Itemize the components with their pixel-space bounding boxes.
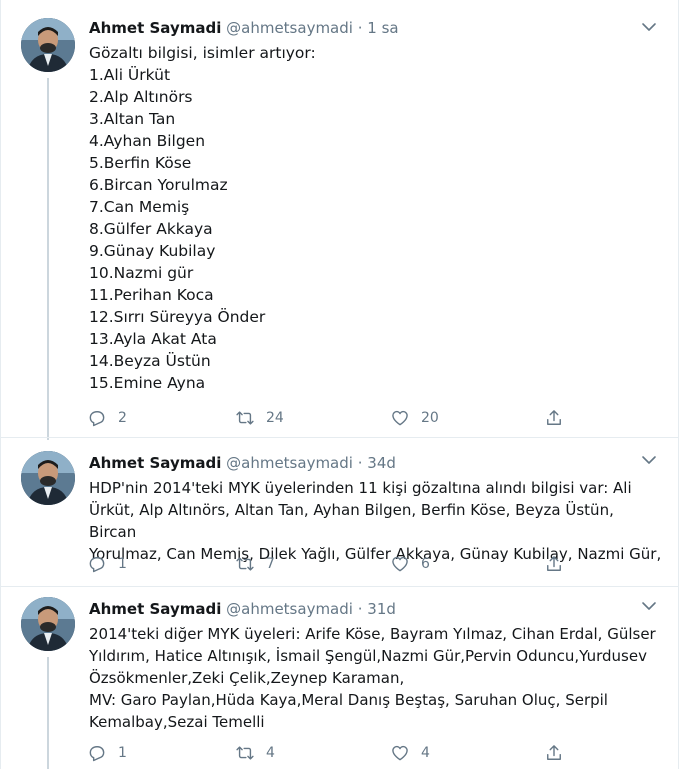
tweet-time[interactable]: 1 sa — [367, 19, 398, 37]
share-button[interactable] — [544, 407, 564, 429]
tweet-actions: 1 7 6 — [87, 553, 567, 575]
avatar[interactable] — [21, 451, 75, 505]
reply-button[interactable]: 1 — [87, 742, 127, 764]
thread-line — [47, 657, 49, 769]
tweet-line: Özsökmenler,Zeki Çelik,Zeynep Karaman, — [89, 669, 405, 687]
heart-icon — [392, 556, 408, 572]
tweet-2[interactable]: Ahmet Saymadi @ahmetsaymadi · 34d HDP'ni… — [1, 451, 678, 587]
retweet-count: 7 — [266, 556, 275, 572]
author-handle[interactable]: @ahmetsaymadi — [226, 600, 353, 618]
tweet-text: HDP'nin 2014'teki MYK üyelerinden 11 kiş… — [89, 477, 664, 565]
retweet-button[interactable]: 4 — [235, 742, 275, 764]
tweet-line: Gözaltı bilgisi, isimler artıyor: — [89, 44, 316, 62]
tweet-header: Ahmet Saymadi @ahmetsaymadi · 34d — [89, 453, 396, 473]
tweet-line: 3.Altan Tan — [89, 110, 176, 128]
chevron-down-icon[interactable] — [640, 451, 658, 469]
tweet-line: Kemalbay,Sezai Temelli — [89, 713, 265, 731]
tweet-line: 10.Nazmi gür — [89, 264, 194, 282]
tweet-line: 4.Ayhan Bilgen — [89, 132, 206, 150]
tweet-line: 8.Gülfer Akkaya — [89, 220, 213, 238]
avatar[interactable] — [21, 18, 75, 72]
tweet-time[interactable]: 31d — [367, 600, 396, 618]
retweet-count: 24 — [266, 410, 284, 426]
thread-line — [47, 78, 49, 440]
reply-icon — [89, 746, 105, 762]
tweet-actions: 1 4 4 — [87, 742, 567, 764]
author-name[interactable]: Ahmet Saymadi — [89, 19, 221, 37]
tweet-header: Ahmet Saymadi @ahmetsaymadi · 31d — [89, 599, 396, 619]
retweet-icon — [236, 746, 254, 760]
reply-icon — [89, 557, 105, 573]
tweet-line: 14.Beyza Üstün — [89, 352, 211, 370]
tweet-line: 1.Ali Ürküt — [89, 66, 171, 84]
retweet-icon — [236, 557, 254, 571]
tweet-feed: Ahmet Saymadi @ahmetsaymadi · 1 sa Gözal… — [0, 0, 679, 769]
tweet-line: 6.Bircan Yorulmaz — [89, 176, 228, 194]
share-icon — [547, 556, 561, 571]
share-icon — [547, 745, 561, 760]
tweet-line: 5.Berfin Köse — [89, 154, 192, 172]
tweet-header: Ahmet Saymadi @ahmetsaymadi · 1 sa — [89, 18, 399, 38]
tweet-line: HDP'nin 2014'teki MYK üyelerinden 11 kiş… — [89, 479, 632, 497]
like-button[interactable]: 4 — [390, 742, 430, 764]
tweet-line: 2.Alp Altınörs — [89, 88, 193, 106]
chevron-down-icon[interactable] — [640, 597, 658, 615]
tweet-line: MV: Garo Paylan,Hüda Kaya,Meral Danış Be… — [89, 691, 608, 709]
tweet-1[interactable]: Ahmet Saymadi @ahmetsaymadi · 1 sa Gözal… — [1, 18, 678, 440]
tweet-line: 9.Günay Kubilay — [89, 242, 216, 260]
reply-count: 1 — [118, 556, 127, 572]
separator-dot: · — [357, 600, 363, 618]
avatar[interactable] — [21, 597, 75, 651]
like-button[interactable]: 20 — [390, 407, 439, 429]
reply-button[interactable]: 1 — [87, 553, 127, 575]
share-icon — [547, 410, 561, 425]
separator-dot: · — [357, 19, 363, 37]
retweet-button[interactable]: 7 — [235, 553, 275, 575]
heart-icon — [392, 410, 408, 426]
tweet-text: Gözaltı bilgisi, isimler artıyor: 1.Ali … — [89, 42, 664, 394]
tweet-line: 7.Can Memiş — [89, 198, 190, 216]
tweet-time[interactable]: 34d — [367, 454, 396, 472]
separator-dot: · — [357, 454, 363, 472]
tweet-line: Yıldırım, Hatice Altınışık, İsmail Şengü… — [89, 647, 647, 665]
reply-icon — [89, 411, 105, 427]
reply-count: 1 — [118, 745, 127, 761]
like-count: 6 — [421, 556, 430, 572]
like-button[interactable]: 6 — [390, 553, 430, 575]
tweet-line: 13.Ayla Akat Ata — [89, 330, 217, 348]
tweet-line: 15.Emine Ayna — [89, 374, 206, 392]
tweet-line: 11.Perihan Koca — [89, 286, 214, 304]
like-count: 4 — [421, 745, 430, 761]
tweet-actions: 2 24 20 — [87, 407, 567, 429]
heart-icon — [392, 745, 408, 761]
retweet-icon — [236, 411, 254, 425]
reply-button[interactable]: 2 — [87, 407, 127, 429]
tweet-line: 2014'teki diğer MYK üyeleri: Arife Köse,… — [89, 625, 656, 643]
author-name[interactable]: Ahmet Saymadi — [89, 454, 221, 472]
author-handle[interactable]: @ahmetsaymadi — [226, 19, 353, 37]
share-button[interactable] — [544, 553, 564, 575]
tweet-line: 12.Sırrı Süreyya Önder — [89, 308, 266, 326]
retweet-count: 4 — [266, 745, 275, 761]
tweet-3[interactable]: Ahmet Saymadi @ahmetsaymadi · 31d 2014't… — [1, 597, 678, 769]
author-name[interactable]: Ahmet Saymadi — [89, 600, 221, 618]
divider — [1, 437, 678, 438]
reply-count: 2 — [118, 410, 127, 426]
retweet-button[interactable]: 24 — [235, 407, 284, 429]
chevron-down-icon[interactable] — [640, 18, 658, 36]
like-count: 20 — [421, 410, 439, 426]
author-handle[interactable]: @ahmetsaymadi — [226, 454, 353, 472]
share-button[interactable] — [544, 742, 564, 764]
tweet-text: 2014'teki diğer MYK üyeleri: Arife Köse,… — [89, 623, 664, 733]
tweet-line: Ürküt, Alp Altınörs, Altan Tan, Ayhan Bi… — [89, 501, 614, 541]
divider — [1, 586, 678, 587]
